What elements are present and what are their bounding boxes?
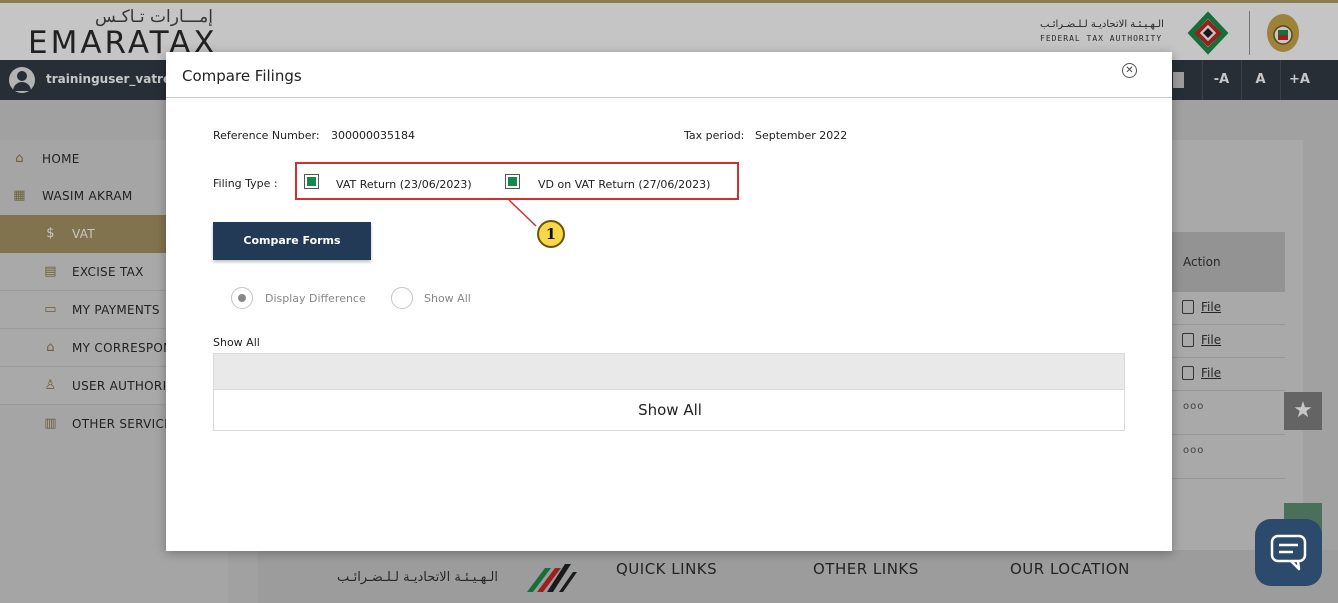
vd-vat-return-checkbox[interactable] (505, 174, 520, 189)
compare-forms-button[interactable]: Compare Forms (213, 222, 371, 260)
display-difference-radio[interactable] (231, 287, 253, 309)
modal-title: Compare Filings (182, 67, 302, 85)
callout-step-badge: 1 (537, 220, 565, 248)
reference-number-value: 300000035184 (331, 129, 415, 142)
tax-period-label: Tax period: (684, 129, 745, 142)
show-all-section-label: Show All (213, 336, 260, 349)
show-all-radio-label[interactable]: Show All (424, 292, 471, 305)
close-icon[interactable]: ✕ (1122, 63, 1137, 78)
show-all-panel: Show All (213, 390, 1125, 431)
show-all-radio[interactable] (391, 287, 413, 309)
vat-return-checkbox[interactable] (304, 174, 319, 189)
chat-icon (1270, 534, 1307, 571)
modal-header: Compare Filings ✕ (166, 52, 1172, 98)
vd-vat-return-label[interactable]: VD on VAT Return (27/06/2023) (538, 178, 710, 191)
tax-period-value: September 2022 (755, 129, 848, 142)
display-difference-label[interactable]: Display Difference (265, 292, 366, 305)
compare-filings-modal: Compare Filings ✕ Reference Number: 3000… (166, 52, 1172, 551)
vat-return-label[interactable]: VAT Return (23/06/2023) (336, 178, 472, 191)
chat-button[interactable] (1255, 519, 1322, 586)
reference-number-label: Reference Number: (213, 129, 320, 142)
filing-type-label: Filing Type : (213, 177, 278, 190)
comparison-header-bar (213, 353, 1125, 390)
show-all-panel-text: Show All (638, 401, 702, 419)
